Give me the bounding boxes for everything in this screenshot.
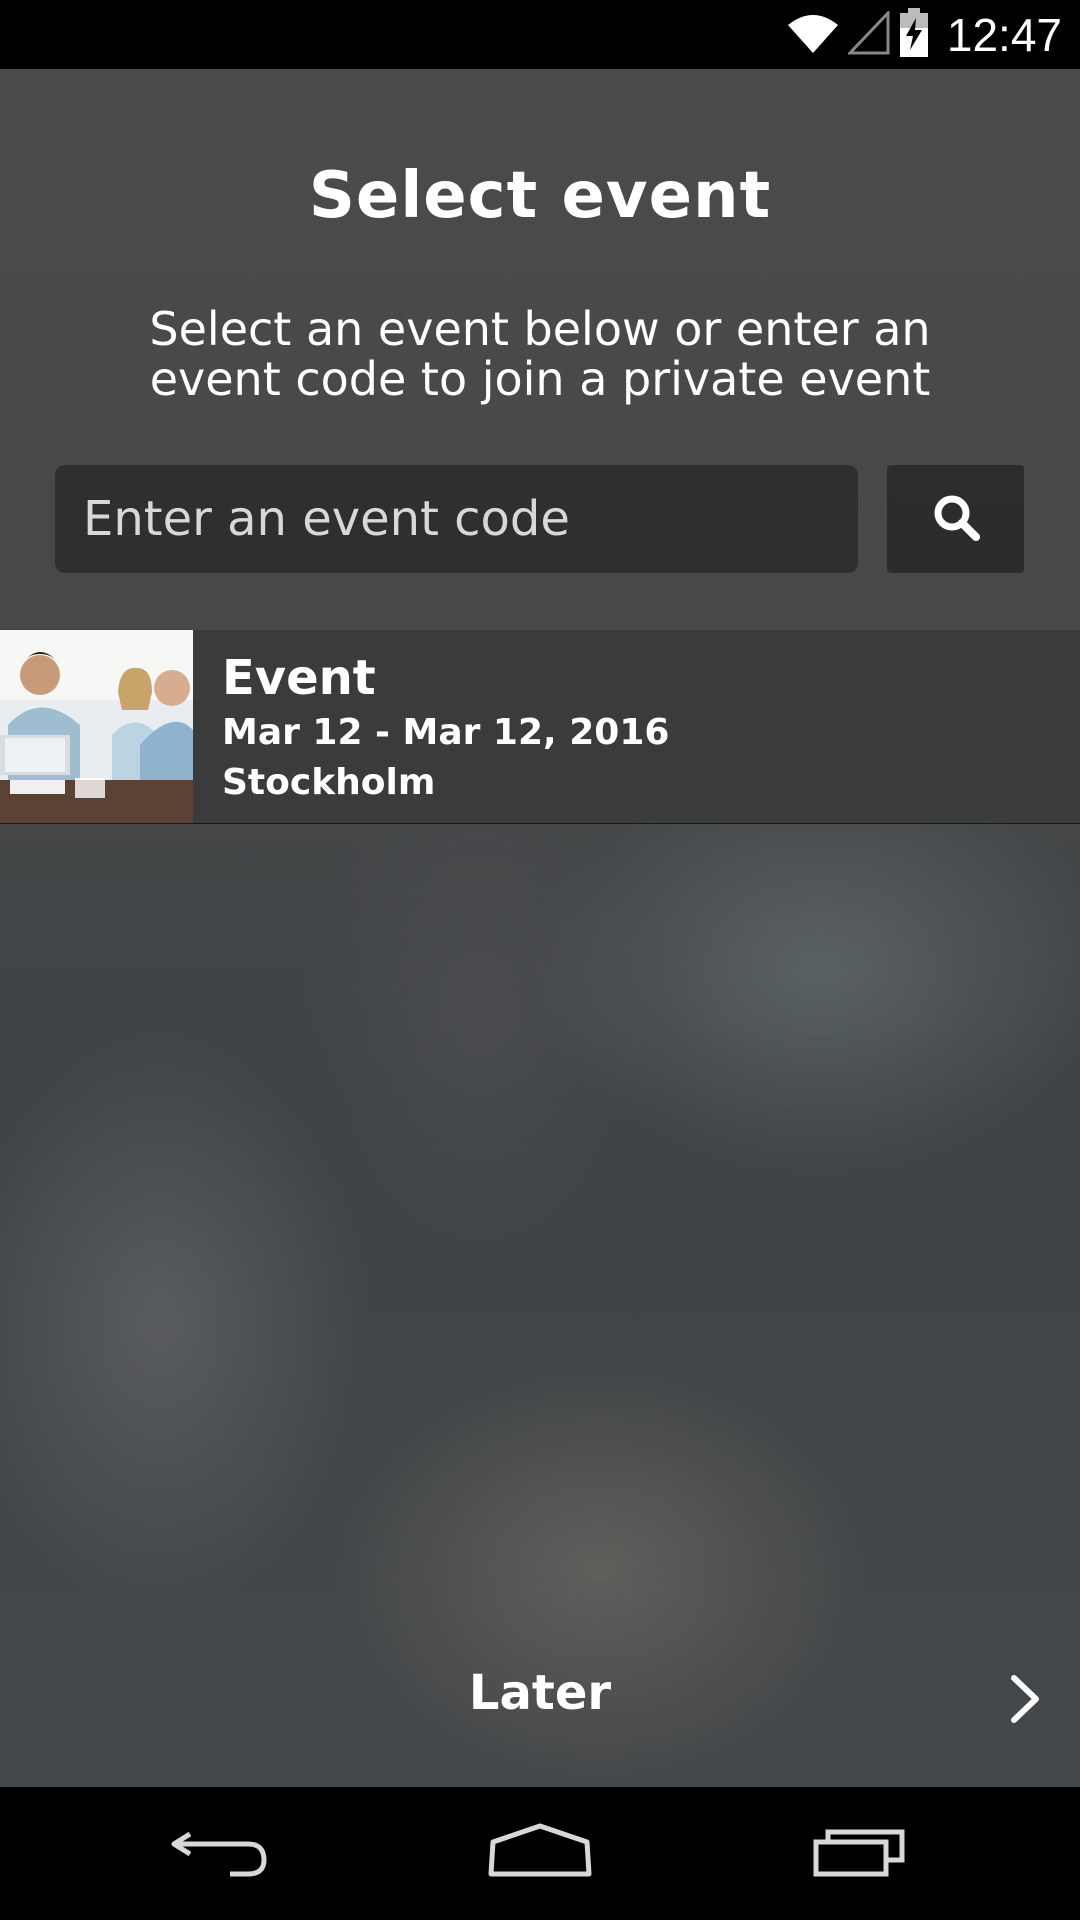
- event-list-item[interactable]: Event Mar 12 - Mar 12, 2016 Stockholm: [0, 630, 1080, 824]
- event-details: Event Mar 12 - Mar 12, 2016 Stockholm: [222, 648, 669, 808]
- page-subtitle: Select an event below or enter an event …: [149, 302, 931, 406]
- home-icon: [485, 1820, 595, 1884]
- app-screen: 12:47 Select event Select an event below…: [0, 0, 1080, 1920]
- wifi-icon: [786, 11, 840, 59]
- status-icons: [786, 8, 930, 62]
- event-thumbnail: [0, 630, 193, 823]
- chevron-right-icon: [1010, 1674, 1040, 1728]
- event-code-input[interactable]: [55, 465, 858, 573]
- event-dates: Mar 12 - Mar 12, 2016: [222, 712, 670, 753]
- main-content: Select event Select an event below or en…: [0, 69, 1080, 1787]
- cell-signal-icon: [846, 9, 890, 59]
- event-location: Stockholm: [222, 762, 436, 803]
- status-time: 12:47: [946, 9, 1062, 61]
- back-icon: [170, 1820, 270, 1884]
- later-button[interactable]: Later: [0, 1640, 1080, 1760]
- later-label: Later: [468, 1665, 612, 1721]
- search-button[interactable]: [887, 465, 1024, 573]
- recent-apps-button[interactable]: [790, 1817, 930, 1887]
- recent-apps-icon: [810, 1820, 910, 1884]
- event-name: Event: [222, 650, 376, 706]
- status-bar: 12:47: [0, 0, 1080, 69]
- page-title: Select event: [308, 159, 772, 233]
- home-button[interactable]: [470, 1817, 610, 1887]
- back-button[interactable]: [150, 1817, 290, 1887]
- battery-charging-icon: [898, 8, 930, 62]
- search-icon: [931, 492, 981, 546]
- navigation-bar: [0, 1787, 1080, 1920]
